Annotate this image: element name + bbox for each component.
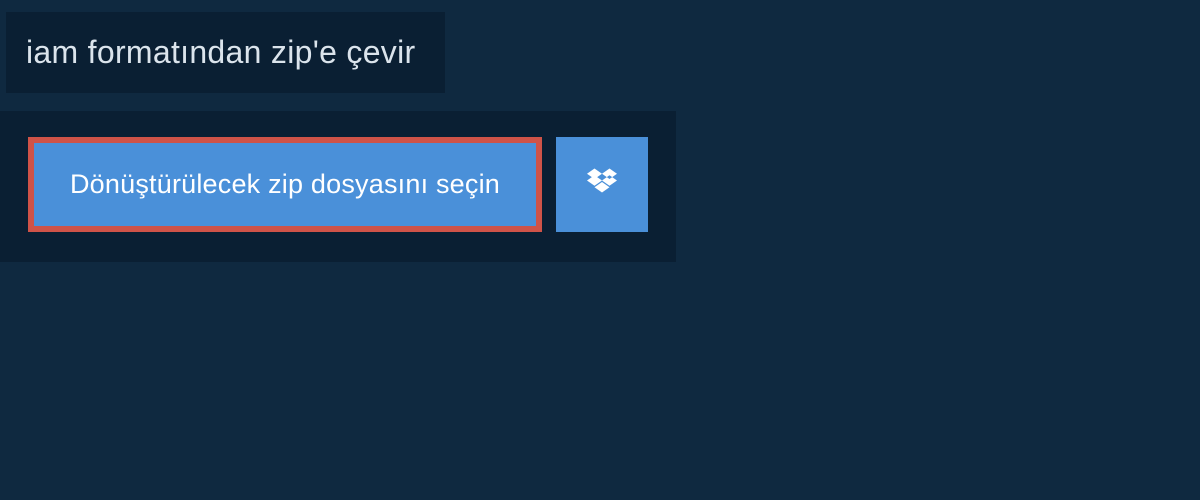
upload-panel: Dönüştürülecek zip dosyasını seçin [0,111,676,262]
page-title: iam formatından zip'e çevir [26,34,415,71]
dropbox-icon [584,164,620,205]
page-header: iam formatından zip'e çevir [6,12,445,93]
select-file-label: Dönüştürülecek zip dosyasını seçin [70,169,500,200]
select-file-button[interactable]: Dönüştürülecek zip dosyasını seçin [28,137,542,232]
dropbox-button[interactable] [556,137,648,232]
